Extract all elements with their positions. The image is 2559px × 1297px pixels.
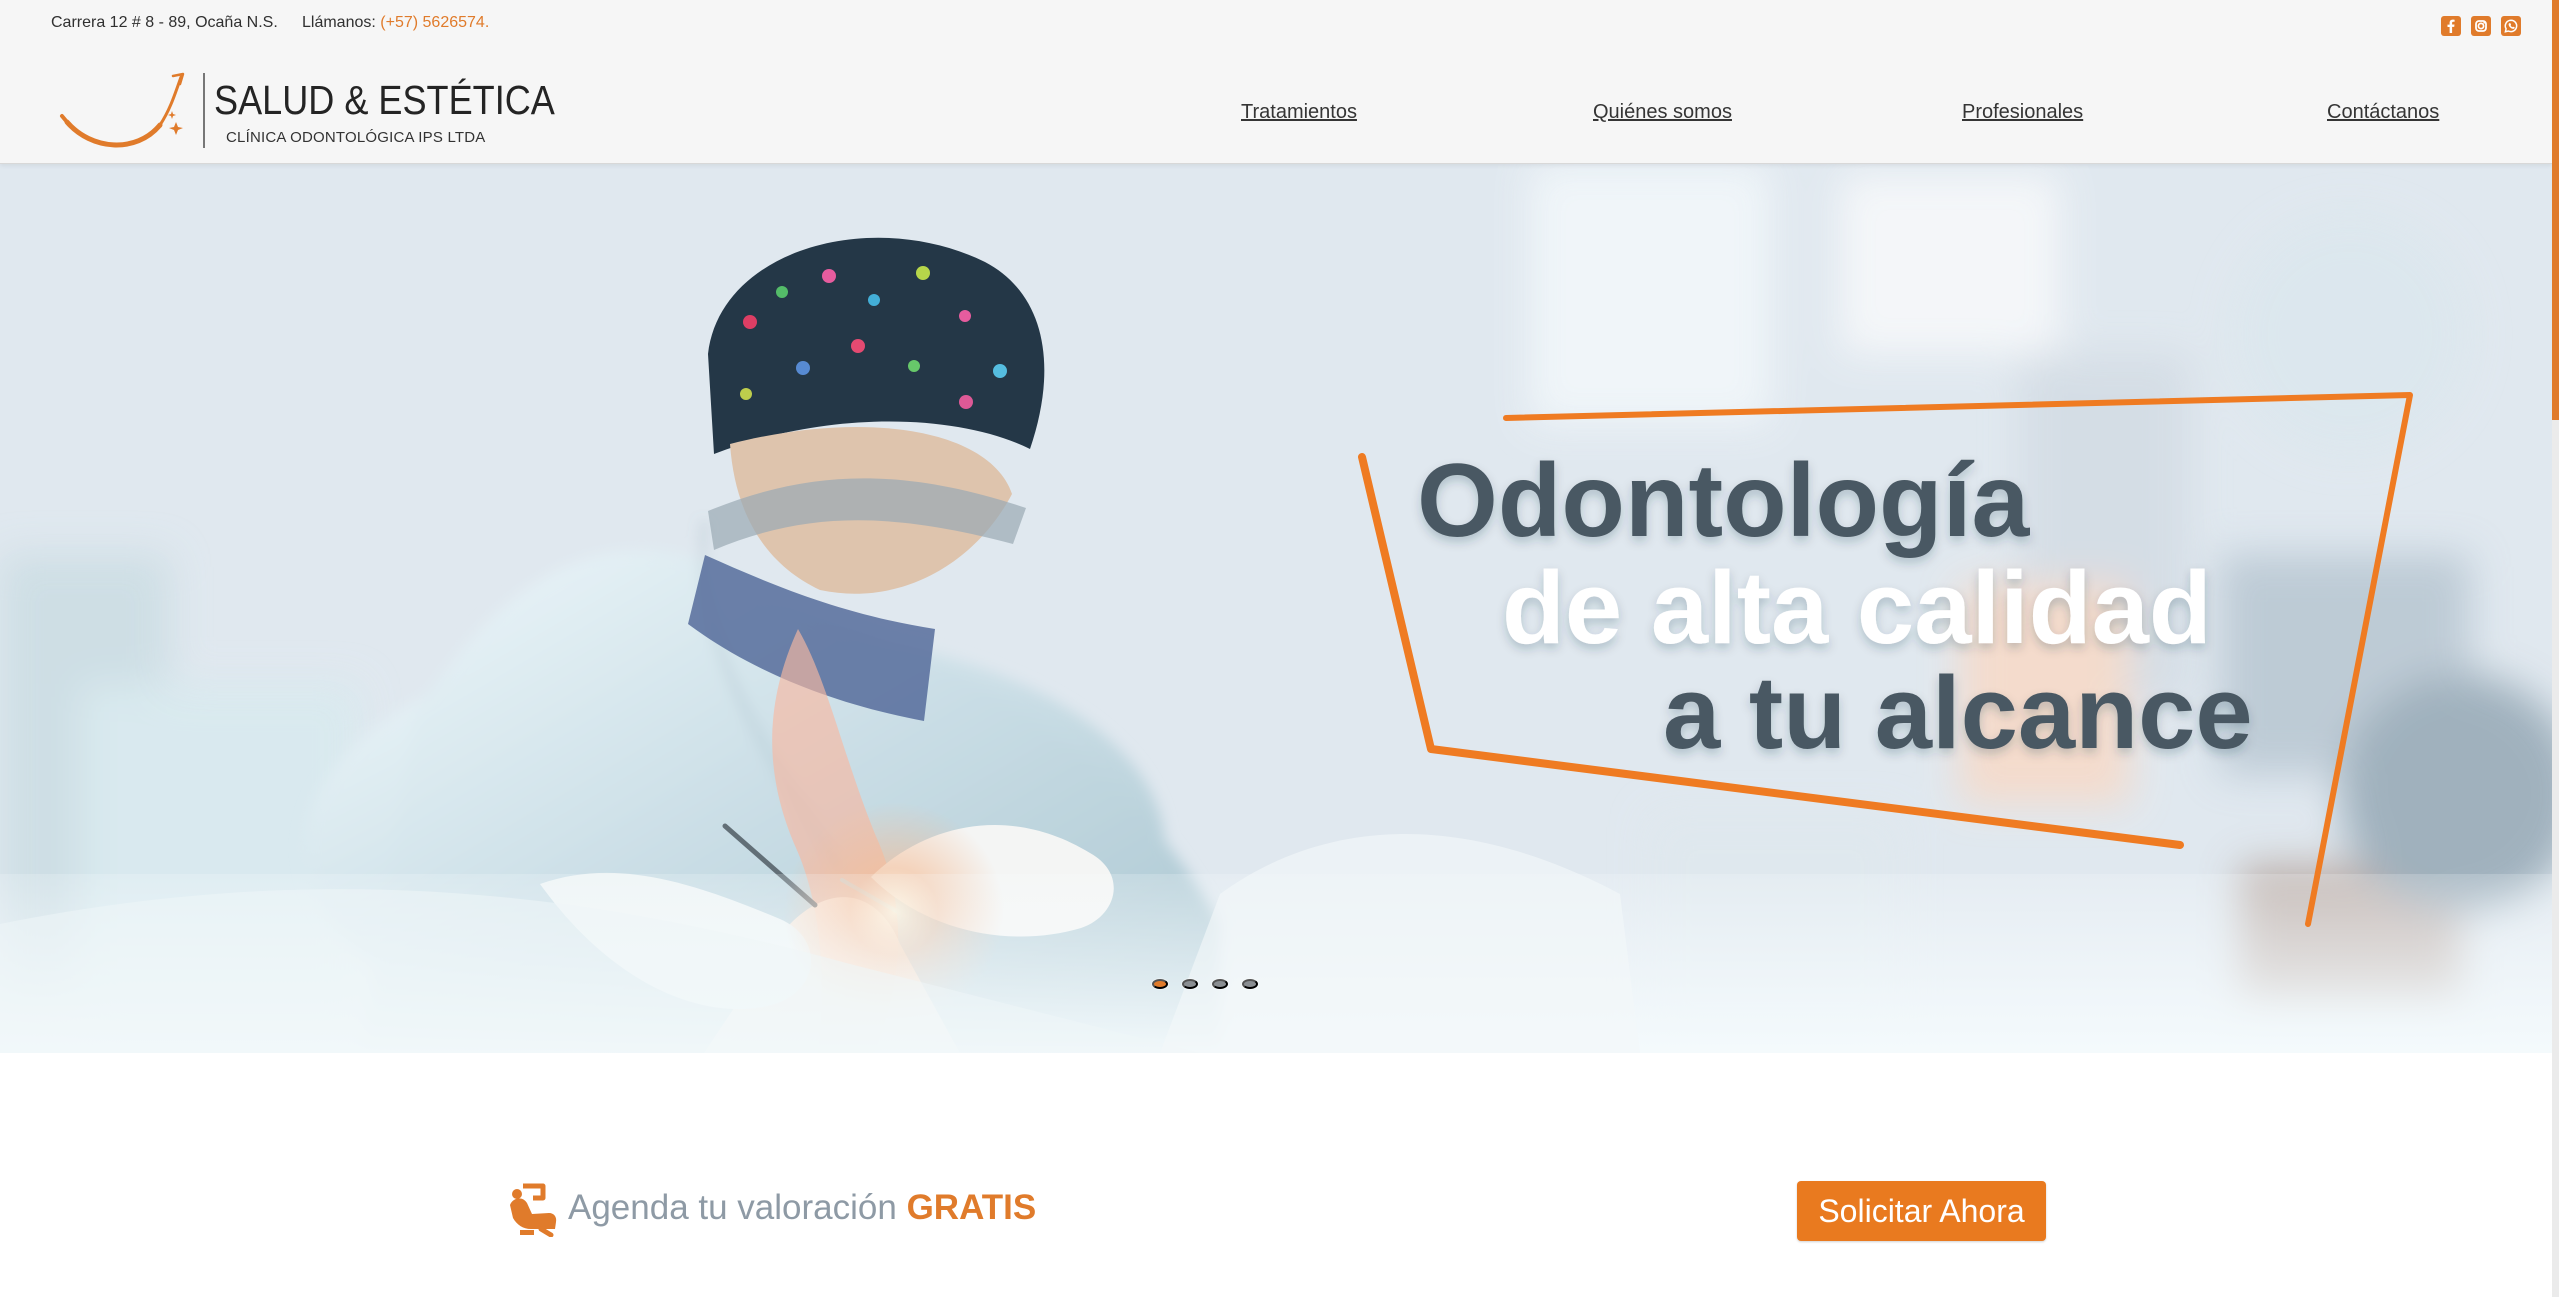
request-appointment-button[interactable]: Solicitar Ahora: [1797, 1181, 2046, 1241]
phone-label: Llámanos:: [302, 14, 376, 31]
dental-chair-icon: [510, 1183, 557, 1237]
appointment-text: Agenda tu valoración GRATIS: [568, 1188, 1036, 1228]
appointment-free-highlight: GRATIS: [906, 1188, 1037, 1227]
page-scrollbar[interactable]: [2552, 0, 2559, 1297]
site-logo[interactable]: SALUD & ESTÉTICA CLÍNICA ODONTOLÓGICA IP…: [59, 68, 555, 154]
logo-subtitle: CLÍNICA ODONTOLÓGICA IPS LTDA: [226, 129, 486, 146]
whatsapp-icon-glyph: [2504, 19, 2518, 33]
carousel-dot-3[interactable]: [1212, 979, 1228, 989]
dental-clinic-homepage: Carrera 12 # 8 - 89, Ocaña N.S. Llámanos…: [0, 0, 2559, 1297]
whatsapp-icon[interactable]: [2501, 16, 2521, 36]
carousel-dots: [1152, 979, 1258, 989]
carousel-dot-4[interactable]: [1242, 979, 1258, 989]
scrollbar-thumb[interactable]: [2552, 0, 2559, 420]
carousel-dot-1[interactable]: [1152, 979, 1168, 989]
instagram-icon[interactable]: [2471, 16, 2491, 36]
phone-contact: Llámanos: (+57) 5626574.: [302, 13, 489, 33]
nav-contactanos[interactable]: Contáctanos: [2327, 100, 2439, 124]
social-links: [2441, 16, 2521, 36]
clinic-address: Carrera 12 # 8 - 89, Ocaña N.S.: [51, 14, 278, 31]
logo-divider: [203, 73, 205, 148]
hero-headline-line-1: Odontología: [1417, 443, 2030, 559]
smile-logo-icon: [60, 72, 185, 148]
facebook-icon[interactable]: [2441, 16, 2461, 36]
instagram-icon-glyph: [2475, 20, 2487, 32]
site-header: Carrera 12 # 8 - 89, Ocaña N.S. Llámanos…: [0, 0, 2552, 164]
hero-headline-line-2: de alta calidad: [1502, 550, 2212, 665]
hero-headline-line-3: a tu alcance: [1663, 655, 2253, 770]
nav-profesionales[interactable]: Profesionales: [1962, 100, 2083, 124]
facebook-icon-glyph: [2447, 19, 2455, 33]
nav-tratamientos[interactable]: Tratamientos: [1241, 100, 1357, 124]
phone-number-link[interactable]: (+57) 5626574.: [380, 14, 489, 31]
carousel-dot-2[interactable]: [1182, 979, 1198, 989]
appointment-label: Agenda tu valoración: [568, 1188, 897, 1227]
hero-slide-image: Odontología de alta calidad a tu alcance: [0, 164, 2552, 1053]
logo-name: SALUD & ESTÉTICA: [214, 77, 555, 123]
hero-carousel: Odontología de alta calidad a tu alcance: [0, 164, 2552, 1053]
nav-quienes-somos[interactable]: Quiénes somos: [1593, 100, 1732, 124]
free-appointment-promo: Agenda tu valoración GRATIS: [503, 1178, 1036, 1238]
